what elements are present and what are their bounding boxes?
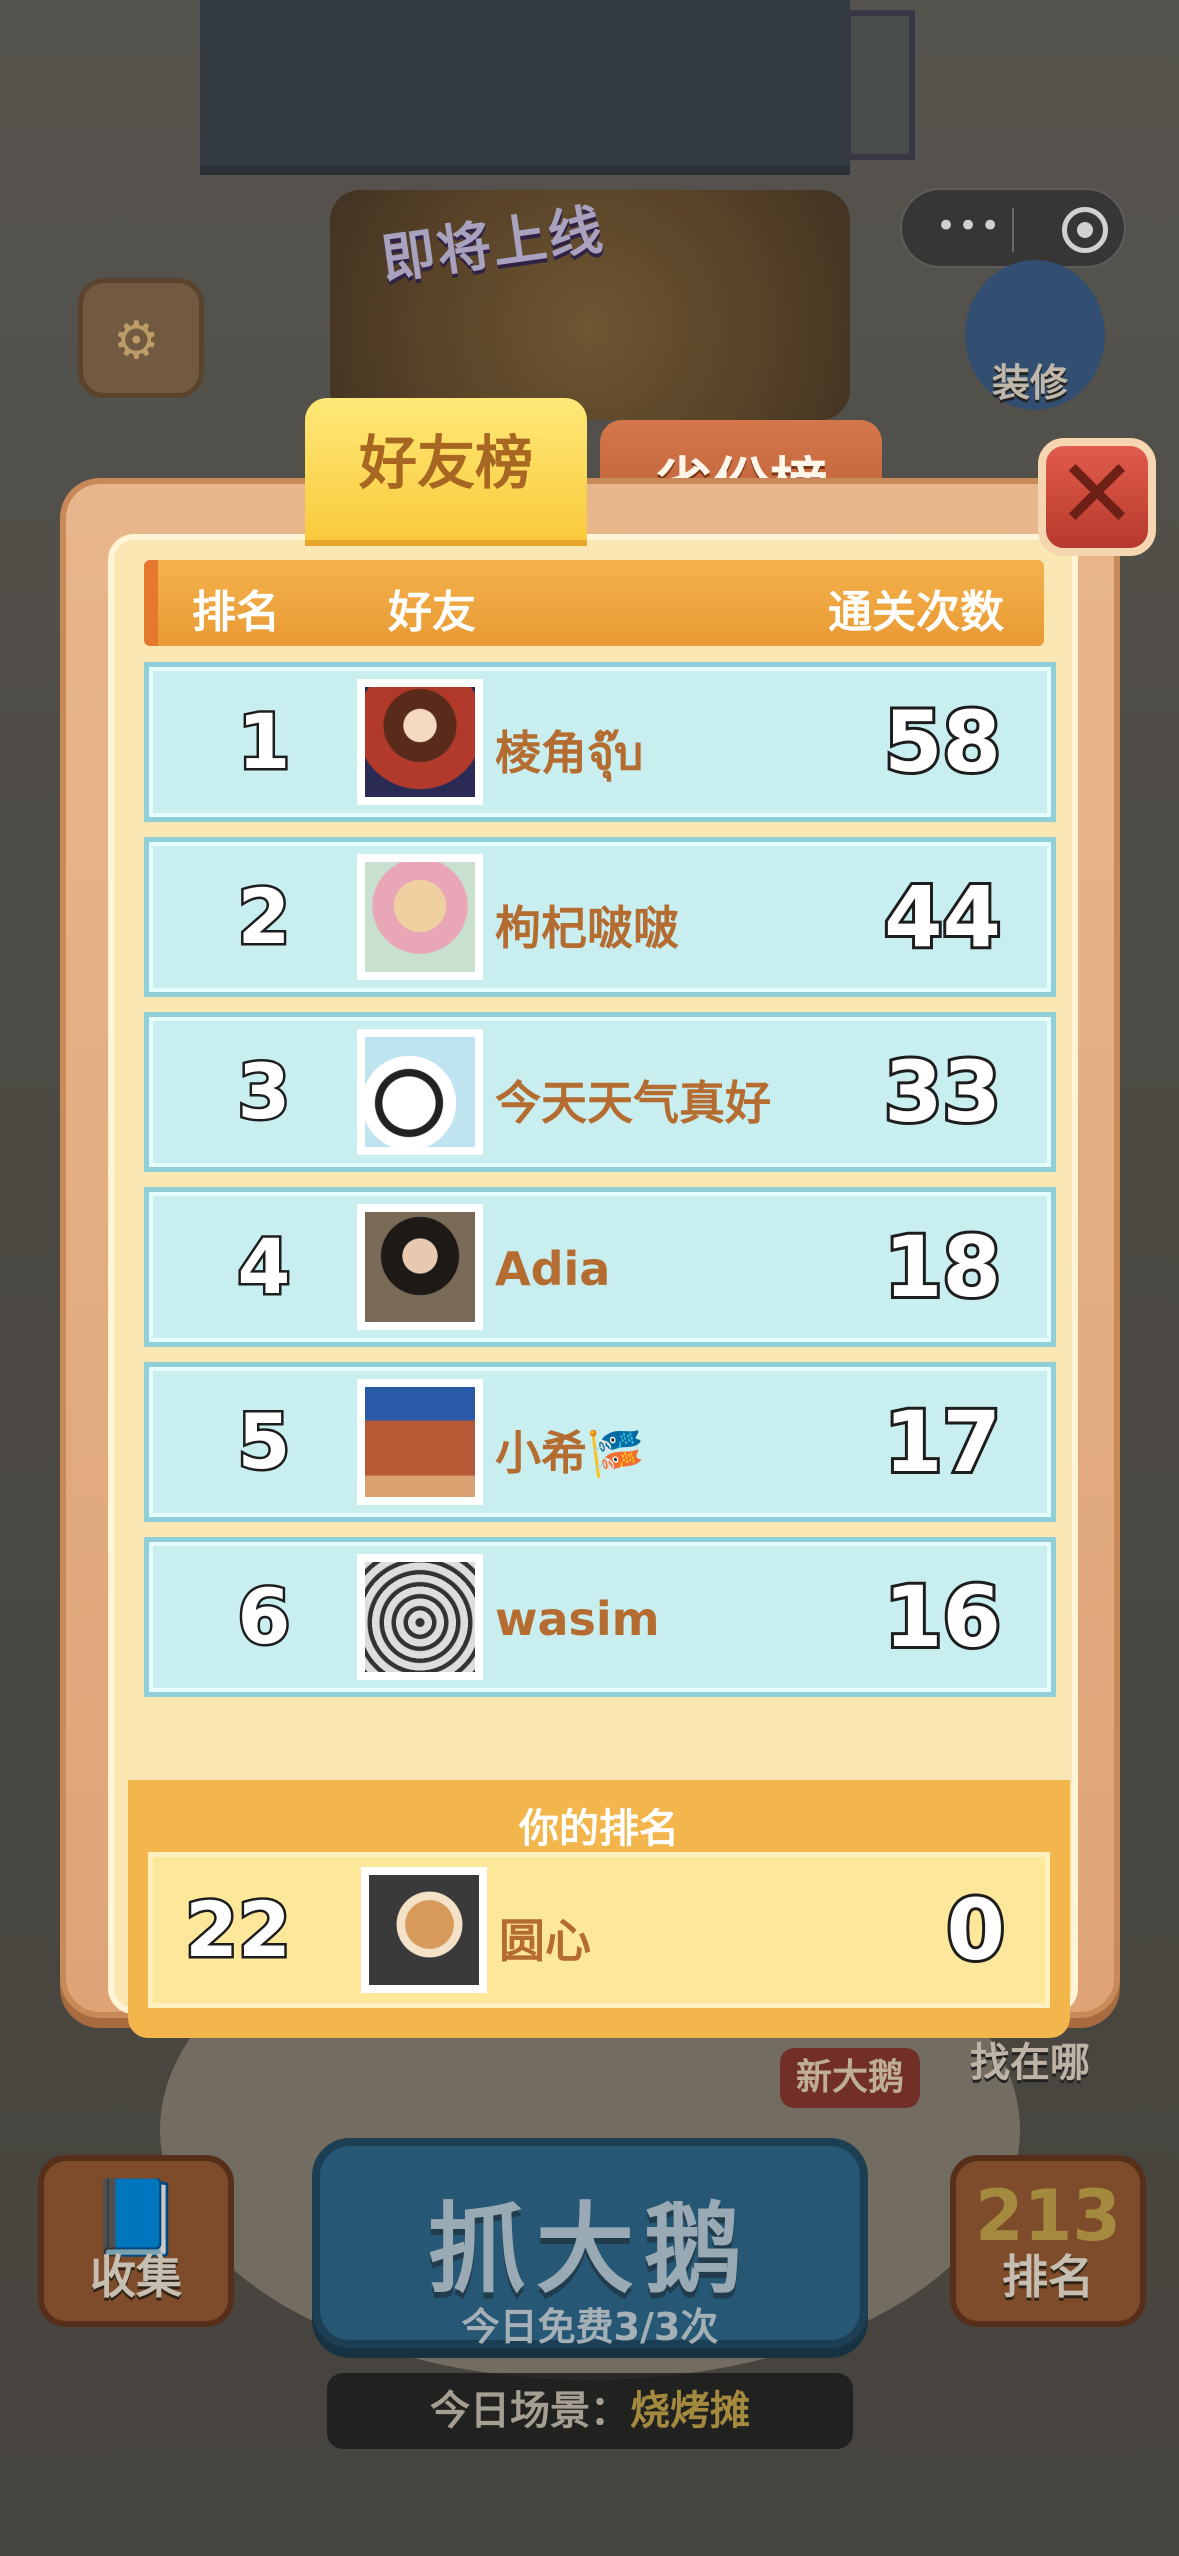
header-rank: 排名 [192, 587, 280, 638]
my-name: 圆心 [499, 1914, 591, 1968]
tab-friends[interactable]: 好友榜 [305, 398, 587, 546]
row-rank: 1 [235, 695, 293, 789]
row-score: 17 [881, 1390, 1004, 1494]
row-name: 小希🎏 [495, 1426, 645, 1480]
leaderboard-modal: 排名 好友 通关次数 1 棱角จุ๊บ 58 2 枸杞啵啵 44 3 今天天气真… [60, 478, 1120, 2038]
row-rank: 4 [235, 1220, 293, 1314]
row-rank: 3 [235, 1045, 293, 1139]
my-score: 0 [944, 1878, 1009, 1982]
avatar [357, 854, 483, 980]
avatar [361, 1867, 487, 1993]
row-score: 44 [881, 865, 1004, 969]
table-header: 排名 好友 通关次数 [144, 560, 1044, 646]
avatar [357, 679, 483, 805]
avatar [357, 1204, 483, 1330]
my-rank-section: 你的排名 22 圆心 0 [128, 1780, 1070, 2038]
table-row[interactable]: 1 棱角จุ๊บ 58 [144, 662, 1056, 822]
close-button[interactable]: ✕ [1038, 438, 1156, 556]
my-rank-row[interactable]: 22 圆心 0 [148, 1852, 1050, 2008]
avatar [357, 1029, 483, 1155]
header-count: 通关次数 [828, 587, 1004, 638]
table-row[interactable]: 4 Adia 18 [144, 1187, 1056, 1347]
row-name: 今天天气真好 [495, 1076, 771, 1130]
table-row[interactable]: 3 今天天气真好 33 [144, 1012, 1056, 1172]
avatar [357, 1379, 483, 1505]
header-friend: 好友 [388, 587, 476, 638]
my-rank-number: 22 [183, 1883, 294, 1977]
avatar [357, 1554, 483, 1680]
table-row[interactable]: 6 wasim 16 [144, 1537, 1056, 1697]
leaderboard-panel: 排名 好友 通关次数 1 棱角จุ๊บ 58 2 枸杞啵啵 44 3 今天天气真… [108, 534, 1078, 2038]
row-score: 58 [881, 690, 1004, 794]
row-name: 棱角จุ๊บ [495, 726, 644, 780]
row-score: 33 [881, 1040, 1004, 1144]
row-score: 18 [881, 1215, 1004, 1319]
table-row[interactable]: 2 枸杞啵啵 44 [144, 837, 1056, 997]
my-rank-title: 你的排名 [519, 1806, 679, 1852]
row-rank: 6 [235, 1570, 293, 1664]
table-row[interactable]: 5 小希🎏 17 [144, 1362, 1056, 1522]
row-score: 16 [881, 1565, 1004, 1669]
close-icon: ✕ [1056, 438, 1138, 550]
row-name: wasim [495, 1592, 660, 1646]
row-name: Adia [495, 1242, 611, 1296]
row-rank: 2 [235, 870, 293, 964]
row-rank: 5 [235, 1395, 293, 1489]
row-name: 枸杞啵啵 [495, 901, 679, 955]
